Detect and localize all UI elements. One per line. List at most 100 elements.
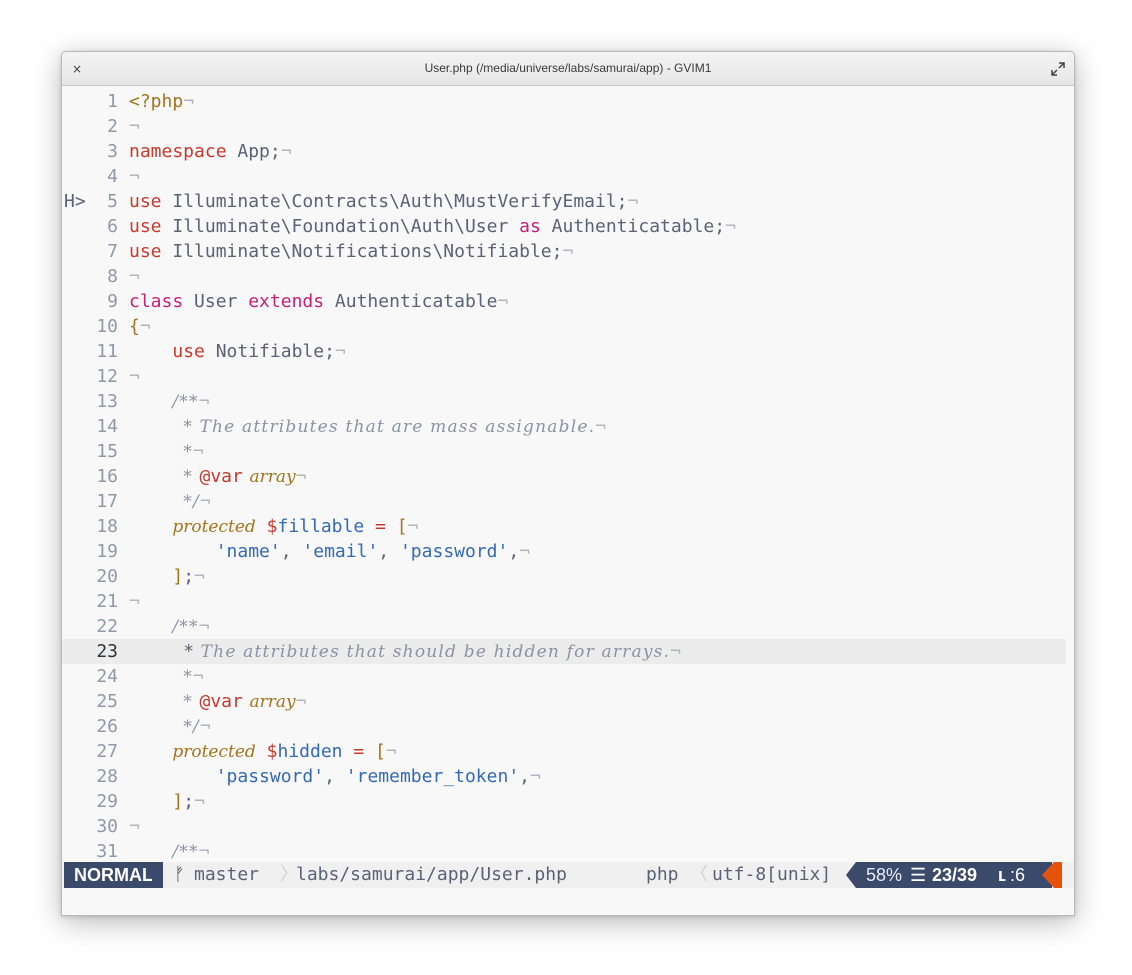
- editor-buffer[interactable]: 1 <?php¬ 2 ¬ 3 namespace App;¬ 4 ¬ H> 5 use Illumi…: [62, 86, 1074, 862]
- code-line[interactable]: 31 /**¬: [62, 839, 1066, 864]
- line-number: 10: [96, 316, 118, 337]
- line-code: 'password', 'remember_token',¬: [129, 764, 541, 789]
- code-token: ¬: [497, 291, 509, 312]
- code-line[interactable]: 8 ¬: [62, 264, 1066, 289]
- code-line[interactable]: 29 ];¬: [62, 789, 1066, 814]
- code-token: {: [129, 316, 140, 337]
- current-line[interactable]: 23 * The attributes that should be hidde…: [62, 639, 1066, 664]
- line-code: {¬: [129, 314, 151, 339]
- code-line[interactable]: 6 use Illuminate\Foundation\Auth\User as …: [62, 214, 1066, 239]
- line-number: 20: [96, 566, 118, 587]
- code-line[interactable]: 24 *¬: [62, 664, 1066, 689]
- code-token: protected: [172, 517, 256, 537]
- title-bar[interactable]: User.php (/media/universe/labs/samurai/a…: [62, 52, 1074, 86]
- code-line[interactable]: 18 protected $fillable = [¬: [62, 514, 1066, 539]
- line-code: * The attributes that are mass assignabl…: [129, 414, 606, 440]
- code-token: extends: [248, 291, 325, 312]
- code-token: ¬: [192, 666, 204, 687]
- code-line[interactable]: 14 * The attributes that are mass assign…: [62, 414, 1066, 439]
- code-line[interactable]: 9 class User extends Authenticatable¬: [62, 289, 1066, 314]
- code-token: Illuminate\Contracts\Auth\MustVerifyEmai…: [161, 191, 628, 212]
- status-line: NORMAL ᚠ master 〉 labs/samurai/app/User.…: [62, 862, 1074, 888]
- code-token: 'email': [302, 541, 379, 562]
- line-number: 27: [96, 741, 118, 762]
- code-token: ¬: [280, 141, 292, 162]
- code-token: ¬: [519, 541, 531, 562]
- code-line[interactable]: 3 namespace App;¬: [62, 139, 1066, 164]
- line-position: 23/39: [932, 865, 978, 885]
- code-token: Illuminate\Notifications\Notifiable;: [161, 241, 563, 262]
- code-line[interactable]: 12 ¬: [62, 364, 1066, 389]
- code-line[interactable]: 28 'password', 'remember_token',¬: [62, 764, 1066, 789]
- code-token: *: [183, 667, 193, 687]
- line-number: 31: [96, 841, 118, 862]
- code-line[interactable]: 30 ¬: [62, 814, 1066, 839]
- code-token: ¬: [129, 591, 140, 612]
- line-number: 23: [96, 641, 118, 662]
- line-code: * @var array¬: [129, 464, 306, 490]
- code-line[interactable]: 10 {¬: [62, 314, 1066, 339]
- line-number: 29: [96, 791, 118, 812]
- code-token: ¬: [129, 816, 140, 837]
- code-line[interactable]: 25 * @var array¬: [62, 689, 1066, 714]
- git-branch: master: [194, 864, 260, 885]
- code-line[interactable]: 19 'name', 'email', 'password',¬: [62, 539, 1066, 564]
- line-code: * @var array¬: [129, 689, 306, 715]
- code-line[interactable]: 16 * @var array¬: [62, 464, 1066, 489]
- code-token: ¬: [139, 316, 151, 337]
- code-line[interactable]: 11 use Notifiable;¬: [62, 339, 1066, 364]
- code-token: ¬: [295, 466, 307, 487]
- line-code: ¬: [129, 589, 140, 614]
- code-line[interactable]: 20 ];¬: [62, 564, 1066, 589]
- code-line[interactable]: 27 protected $hidden = [¬: [62, 739, 1066, 764]
- line-code: /**¬: [129, 389, 209, 415]
- code-token: /**: [172, 842, 199, 862]
- line-code: use Illuminate\Contracts\Auth\MustVerify…: [129, 189, 638, 214]
- code-line[interactable]: 13 /**¬: [62, 389, 1066, 414]
- warning-indicator: [1054, 862, 1062, 888]
- line-number: 18: [96, 516, 118, 537]
- code-line[interactable]: 7 use Illuminate\Notifications\Notifiable…: [62, 239, 1066, 264]
- code-token: array: [249, 467, 296, 487]
- line-number: 8: [107, 266, 118, 287]
- code-token: ,: [378, 541, 400, 562]
- code-token: ]: [172, 566, 184, 587]
- command-line[interactable]: [62, 888, 1074, 915]
- line-code: ¬: [129, 114, 140, 139]
- line-code: ¬: [129, 264, 140, 289]
- line-code: */¬: [129, 489, 210, 515]
- code-token: ¬: [295, 691, 307, 712]
- code-token: ¬: [530, 766, 541, 787]
- line-code: *¬: [129, 664, 204, 690]
- code-line[interactable]: H> 5 use Illuminate\Contracts\Auth\MustVer…: [62, 189, 1066, 214]
- code-token: hidden: [277, 741, 343, 762]
- code-token: ,: [280, 541, 303, 562]
- maximize-icon[interactable]: [1050, 61, 1066, 77]
- code-token: The attributes that should be hidden for…: [194, 642, 671, 662]
- code-token: Authenticatable: [324, 291, 498, 312]
- line-code: use Illuminate\Foundation\Auth\User as A…: [129, 214, 736, 239]
- code-line[interactable]: 4 ¬: [62, 164, 1066, 189]
- code-line[interactable]: 26 */¬: [62, 714, 1066, 739]
- code-line[interactable]: 15 *¬: [62, 439, 1066, 464]
- git-branch-icon: ᚠ: [174, 864, 185, 885]
- code-token: *: [183, 692, 200, 712]
- close-icon[interactable]: ×: [68, 60, 86, 78]
- code-line[interactable]: 2 ¬: [62, 114, 1066, 139]
- code-line[interactable]: 21 ¬: [62, 589, 1066, 614]
- line-code: protected $hidden = [¬: [129, 739, 396, 765]
- code-token: 'password': [215, 766, 325, 787]
- code-line[interactable]: 17 */¬: [62, 489, 1066, 514]
- code-token: ]: [172, 791, 184, 812]
- code-line[interactable]: 22 /**¬: [62, 614, 1066, 639]
- code-line[interactable]: 1 <?php¬: [62, 89, 1066, 114]
- code-token: 'name': [215, 541, 281, 562]
